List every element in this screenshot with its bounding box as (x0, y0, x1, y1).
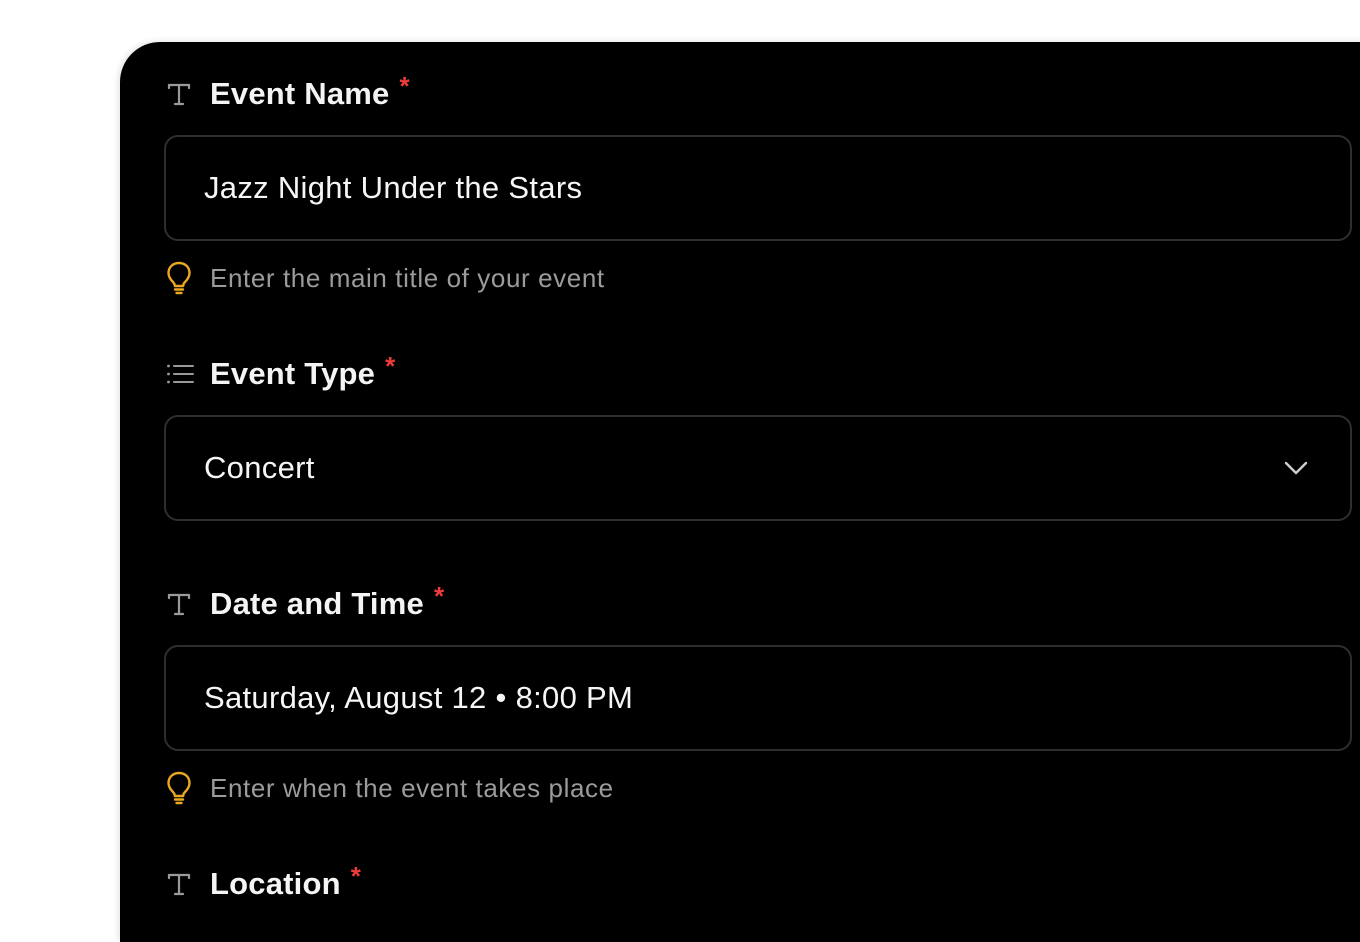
event-name-hint-row: Enter the main title of your event (166, 258, 605, 298)
location-label: Location (210, 866, 341, 901)
event-form-panel: Event Name * Jazz Night Under the Stars … (120, 42, 1360, 942)
list-icon (166, 360, 194, 388)
date-time-value: Saturday, August 12 • 8:00 PM (204, 680, 634, 715)
lightbulb-icon (166, 770, 196, 806)
chevron-down-icon[interactable] (1282, 454, 1310, 482)
lightbulb-icon (166, 260, 196, 296)
date-time-hint: Enter when the event takes place (210, 772, 614, 803)
event-type-label: Event Type (210, 356, 376, 391)
event-name-value: Jazz Night Under the Stars (204, 170, 583, 205)
event-name-hint: Enter the main title of your event (210, 262, 605, 293)
date-time-label: Date and Time (210, 586, 424, 621)
required-asterisk: * (350, 860, 361, 891)
required-asterisk: * (433, 580, 445, 611)
date-time-hint-row: Enter when the event takes place (166, 768, 614, 808)
event-name-label-row: Event Name * (166, 70, 410, 114)
text-icon (166, 870, 194, 898)
event-type-value: Concert (204, 450, 315, 485)
required-asterisk: * (399, 70, 410, 101)
date-time-input[interactable]: Saturday, August 12 • 8:00 PM (164, 645, 1352, 751)
text-icon (166, 80, 194, 108)
event-name-input[interactable]: Jazz Night Under the Stars (164, 135, 1352, 241)
text-icon (166, 590, 194, 618)
event-type-label-row: Event Type * (166, 350, 396, 394)
event-name-label: Event Name (210, 76, 390, 111)
required-asterisk: * (385, 350, 396, 381)
date-time-label-row: Date and Time * (166, 580, 445, 624)
event-type-select[interactable]: Concert (164, 415, 1352, 521)
location-label-row: Location * (166, 860, 361, 904)
